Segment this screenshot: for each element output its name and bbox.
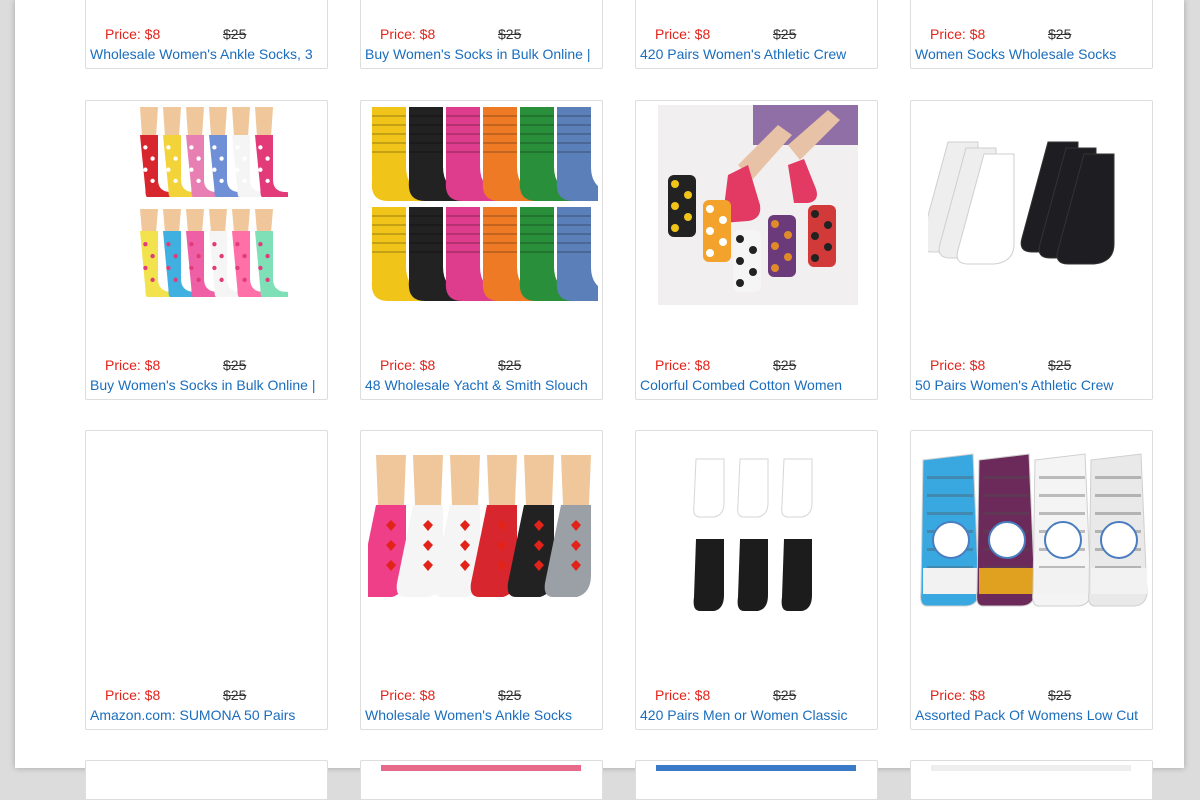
product-card[interactable]: Price: $8 $25 48 Wholesale Yacht & Smith S… <box>360 100 603 400</box>
sale-price: Price: $8 <box>655 26 711 42</box>
product-image[interactable] <box>90 435 325 635</box>
product-title-link[interactable]: 420 Pairs Men or Women Classic <box>640 707 874 723</box>
product-card[interactable] <box>360 760 603 800</box>
price-row: Price: $8 $25 <box>380 687 521 703</box>
product-title-link[interactable]: Assorted Pack Of Womens Low Cut <box>915 707 1149 723</box>
product-title-link[interactable]: Buy Women's Socks in Bulk Online | <box>90 377 324 393</box>
sale-price: Price: $8 <box>105 26 161 42</box>
original-price: $25 <box>1048 26 1072 42</box>
sale-price: Price: $8 <box>380 357 436 373</box>
sale-price: Price: $8 <box>380 687 436 703</box>
product-card[interactable]: Price: $8 $25 50 Pairs Women's Athletic Cr… <box>910 100 1153 400</box>
product-card[interactable]: Price: $8 $25 420 Pairs Women's Athletic C… <box>635 0 878 69</box>
product-image[interactable] <box>640 435 875 635</box>
original-price: $25 <box>498 26 522 42</box>
price-row: Price: $8 $25 <box>930 687 1071 703</box>
product-image[interactable] <box>931 765 1131 771</box>
product-title-link[interactable]: Women Socks Wholesale Socks <box>915 46 1149 62</box>
product-image[interactable] <box>656 765 856 771</box>
product-title-link[interactable]: 50 Pairs Women's Athletic Crew <box>915 377 1149 393</box>
product-image[interactable] <box>915 105 1150 305</box>
price-row: Price: $8 $25 <box>655 687 796 703</box>
price-row: Price: $8 $25 <box>105 357 246 373</box>
sale-price: Price: $8 <box>105 687 161 703</box>
product-image[interactable] <box>915 435 1150 635</box>
product-image[interactable] <box>381 765 581 771</box>
sale-price: Price: $8 <box>930 357 986 373</box>
price-row: Price: $8 $25 <box>930 26 1071 42</box>
product-image[interactable] <box>90 105 325 305</box>
product-card[interactable]: Price: $8 $25 Buy Women's Socks in Bulk On… <box>85 100 328 400</box>
sale-price: Price: $8 <box>380 26 436 42</box>
original-price: $25 <box>223 357 247 373</box>
original-price: $25 <box>773 357 797 373</box>
product-card[interactable] <box>635 760 878 800</box>
price-row: Price: $8 $25 <box>655 357 796 373</box>
sale-price: Price: $8 <box>930 687 986 703</box>
product-title-link[interactable]: Colorful Combed Cotton Women <box>640 377 874 393</box>
original-price: $25 <box>498 357 522 373</box>
sale-price: Price: $8 <box>655 687 711 703</box>
product-title-link[interactable]: Wholesale Women's Ankle Socks, 3 <box>90 46 324 62</box>
product-card[interactable] <box>910 760 1153 800</box>
product-card[interactable] <box>85 760 328 800</box>
product-image[interactable] <box>365 105 600 305</box>
price-row: Price: $8 $25 <box>930 357 1071 373</box>
product-card[interactable]: Price: $8 $25 420 Pairs Men or Women Class… <box>635 430 878 730</box>
original-price: $25 <box>1048 357 1072 373</box>
product-title-link[interactable]: 48 Wholesale Yacht & Smith Slouch <box>365 377 599 393</box>
price-row: Price: $8 $25 <box>380 357 521 373</box>
original-price: $25 <box>1048 687 1072 703</box>
price-row: Price: $8 $25 <box>655 26 796 42</box>
product-card[interactable]: Price: $8 $25 Wholesale Women's Ankle Sock… <box>85 0 328 69</box>
original-price: $25 <box>773 687 797 703</box>
original-price: $25 <box>223 687 247 703</box>
price-row: Price: $8 $25 <box>380 26 521 42</box>
product-title-link[interactable]: Wholesale Women's Ankle Socks <box>365 707 599 723</box>
original-price: $25 <box>498 687 522 703</box>
price-row: Price: $8 $25 <box>105 687 246 703</box>
original-price: $25 <box>773 26 797 42</box>
original-price: $25 <box>223 26 247 42</box>
sale-price: Price: $8 <box>105 357 161 373</box>
product-image[interactable] <box>365 435 600 635</box>
product-card[interactable]: Price: $8 $25 Buy Women's Socks in Bulk On… <box>360 0 603 69</box>
product-card[interactable]: Price: $8 $25 Assorted Pack Of Womens Low … <box>910 430 1153 730</box>
product-card[interactable]: Price: $8 $25 Amazon.com: SUMONA 50 Pairs <box>85 430 328 730</box>
sale-price: Price: $8 <box>655 357 711 373</box>
product-title-link[interactable]: Buy Women's Socks in Bulk Online | <box>365 46 599 62</box>
product-card[interactable]: Price: $8 $25 Colorful Combed Cotton Women <box>635 100 878 400</box>
product-title-link[interactable]: 420 Pairs Women's Athletic Crew <box>640 46 874 62</box>
product-card[interactable]: Price: $8 $25 Wholesale Women's Ankle Sock… <box>360 430 603 730</box>
sale-price: Price: $8 <box>930 26 986 42</box>
product-title-link[interactable]: Amazon.com: SUMONA 50 Pairs <box>90 707 324 723</box>
price-row: Price: $8 $25 <box>105 26 246 42</box>
product-image[interactable] <box>640 105 875 305</box>
product-grid-page: Price: $8 $25 Wholesale Women's Ankle Sock… <box>15 0 1184 800</box>
product-card[interactable]: Price: $8 $25 Women Socks Wholesale Socks <box>910 0 1153 69</box>
